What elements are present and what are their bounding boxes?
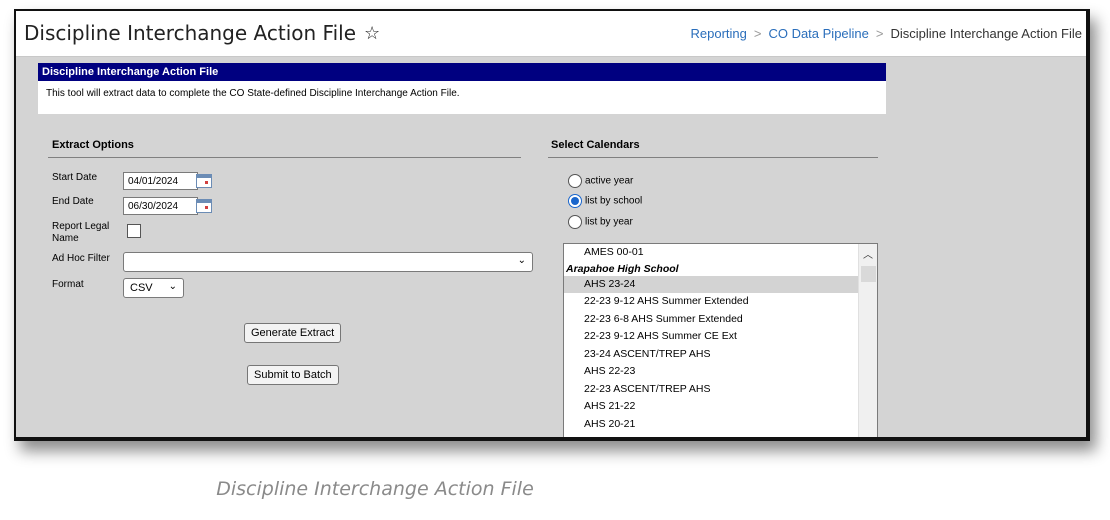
end-date-input[interactable] xyxy=(123,197,198,215)
radio-button[interactable] xyxy=(568,215,582,229)
ad-hoc-filter-label: Ad Hoc Filter xyxy=(52,253,110,264)
chevron-down-icon: ⌄ xyxy=(517,255,526,266)
top-bar: Discipline Interchange Action File ☆ Repo… xyxy=(16,11,1086,57)
radio-list-by-year[interactable]: list by year xyxy=(568,215,633,230)
list-item[interactable]: 22-23 9-12 AHS Summer Extended xyxy=(564,293,877,311)
select-calendars-title: Select Calendars xyxy=(551,139,640,151)
radio-list-by-school[interactable]: list by school xyxy=(568,194,642,209)
calendar-icon[interactable] xyxy=(196,199,212,213)
format-select[interactable]: CSV ⌄ xyxy=(123,278,184,298)
radio-label: active year xyxy=(585,175,634,187)
start-date-input[interactable] xyxy=(123,172,198,190)
list-item[interactable]: AHS 20-21 xyxy=(564,416,877,434)
tool-description: This tool will extract data to complete … xyxy=(38,81,886,114)
list-item-selected[interactable]: AHS 23-24 xyxy=(564,275,858,293)
list-item[interactable]: AHS 19-20 xyxy=(564,433,877,437)
report-legal-name-checkbox[interactable] xyxy=(127,224,141,238)
radio-button[interactable] xyxy=(568,174,582,188)
breadcrumb-separator: > xyxy=(875,26,884,41)
chevron-up-icon[interactable]: ︿ xyxy=(863,246,873,261)
radio-button-selected[interactable] xyxy=(568,194,582,208)
report-legal-name-label-line1: Report Legal xyxy=(52,221,110,232)
list-group-header: Arapahoe High School xyxy=(566,262,679,275)
chevron-down-icon: ⌄ xyxy=(168,281,177,292)
ad-hoc-filter-select[interactable]: ⌄ xyxy=(123,252,533,272)
list-item[interactable]: 22-23 9-12 AHS Summer CE Ext xyxy=(564,328,877,346)
format-label: Format xyxy=(52,279,84,290)
page-title: Discipline Interchange Action File ☆ xyxy=(24,21,380,45)
calendar-icon[interactable] xyxy=(196,174,212,188)
radio-label: list by school xyxy=(585,195,643,207)
generate-extract-button[interactable]: Generate Extract xyxy=(244,323,342,343)
screenshot-frame: Discipline Interchange Action File ☆ Repo… xyxy=(14,9,1090,441)
page-title-text: Discipline Interchange Action File xyxy=(24,21,357,45)
listbox-scrollbar[interactable]: ︿ xyxy=(858,244,877,437)
list-item[interactable]: AHS 21-22 xyxy=(564,398,877,416)
image-caption: Discipline Interchange Action File xyxy=(216,478,534,500)
submit-to-batch-button[interactable]: Submit to Batch xyxy=(247,365,339,385)
breadcrumb: Reporting > CO Data Pipeline > Discipline In… xyxy=(690,26,1082,41)
end-date-label: End Date xyxy=(52,196,94,207)
extract-options-divider xyxy=(48,157,521,158)
radio-active-year[interactable]: active year xyxy=(568,174,633,189)
report-legal-name-label-line2: Name xyxy=(52,233,79,244)
calendar-listbox[interactable]: AMES 00-01 Arapahoe High School AHS 23-2… xyxy=(563,243,878,437)
breadcrumb-current: Discipline Interchange Action File xyxy=(890,26,1083,41)
list-item[interactable]: AMES 00-01 xyxy=(564,244,877,262)
list-item[interactable]: 23-24 ASCENT/TREP AHS xyxy=(564,346,877,364)
tool-content: Discipline Interchange Action File This … xyxy=(38,63,886,437)
tool-header: Discipline Interchange Action File xyxy=(38,63,886,81)
format-value: CSV xyxy=(130,282,153,294)
star-icon[interactable]: ☆ xyxy=(364,23,380,44)
start-date-label: Start Date xyxy=(52,172,98,183)
list-item[interactable]: 22-23 ASCENT/TREP AHS xyxy=(564,381,877,399)
breadcrumb-co-data-pipeline[interactable]: CO Data Pipeline xyxy=(768,26,868,41)
scrollbar-thumb[interactable] xyxy=(861,266,876,282)
list-item[interactable]: AHS 22-23 xyxy=(564,363,877,381)
radio-label: list by year xyxy=(585,216,633,228)
breadcrumb-reporting[interactable]: Reporting xyxy=(690,26,746,41)
breadcrumb-separator: > xyxy=(753,26,762,41)
select-calendars-divider xyxy=(548,157,878,158)
extract-options-title: Extract Options xyxy=(52,139,134,151)
list-item[interactable]: 22-23 6-8 AHS Summer Extended xyxy=(564,311,877,329)
